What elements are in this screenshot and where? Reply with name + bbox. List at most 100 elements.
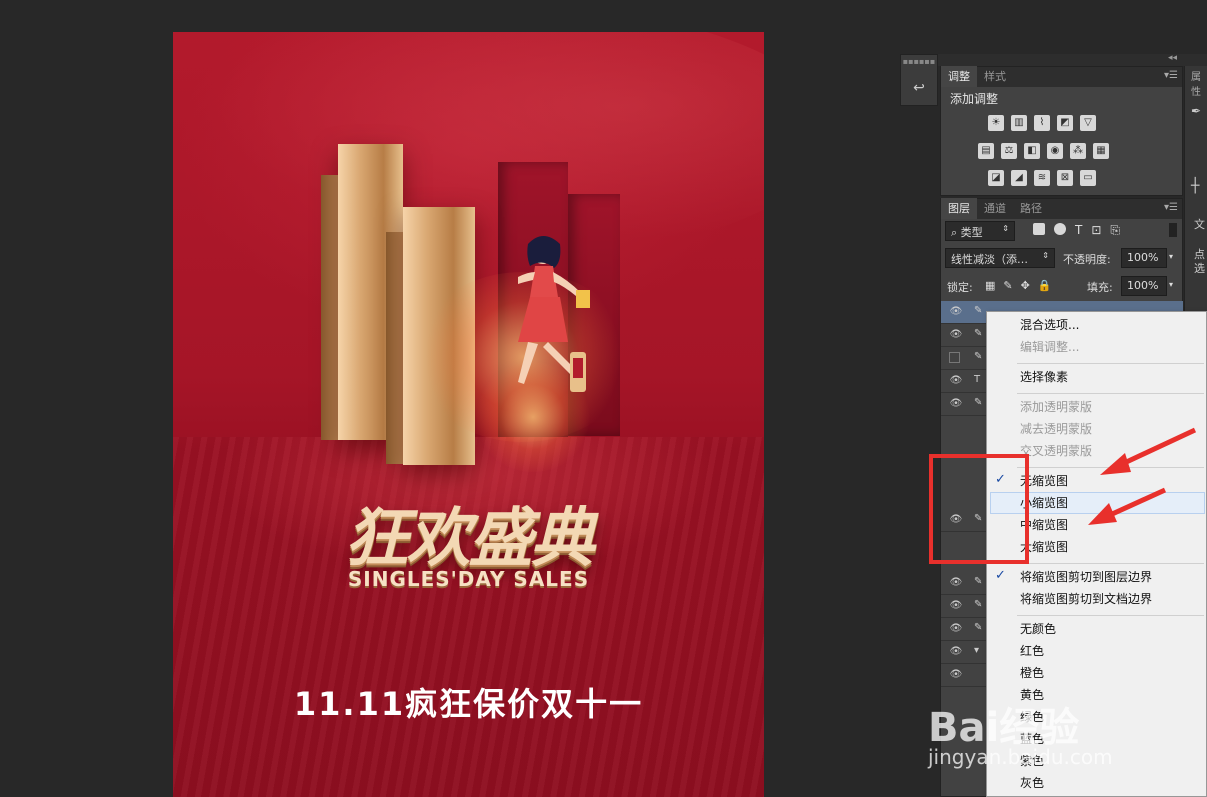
- history-panel-icon[interactable]: ↩: [909, 80, 929, 100]
- lock-transparent-icon[interactable]: ▦: [985, 279, 995, 292]
- visibility-eye-icon[interactable]: 👁: [949, 329, 963, 341]
- vibrance-icon[interactable]: ▽: [1080, 115, 1096, 131]
- brightness-icon[interactable]: ☀: [988, 115, 1004, 131]
- selective-color-icon[interactable]: ⊠: [1057, 170, 1073, 186]
- invert-icon[interactable]: ◪: [988, 170, 1004, 186]
- adjustment-layer-icon: ✎: [974, 305, 983, 316]
- chevron-down-icon: ⇕: [1042, 251, 1049, 260]
- visibility-eye-icon[interactable]: 👁: [949, 600, 963, 612]
- lock-position-icon[interactable]: ✥: [1021, 279, 1030, 292]
- panel-dock-header: ▸▸ ◂◂: [900, 53, 1207, 66]
- fill-input[interactable]: 100%: [1121, 276, 1167, 296]
- gold-pillar-side: [321, 175, 339, 440]
- expand-icon[interactable]: ◂◂: [1168, 53, 1177, 63]
- brush-icon: ✎: [974, 576, 983, 587]
- annotation-highlight-box: [929, 454, 1029, 564]
- grip-icon[interactable]: ▪▪▪▪▪▪: [901, 57, 937, 66]
- document-canvas[interactable]: 狂欢盛典 SINGLES'DAY SALES 11.11疯狂保价双十一: [173, 32, 764, 797]
- tab-layers[interactable]: 图层: [941, 198, 977, 219]
- visibility-eye-icon[interactable]: 👁: [949, 669, 963, 681]
- menu-item-clip-to-layer-bounds[interactable]: 将缩览图剪切到图层边界: [1020, 568, 1152, 586]
- hue-saturation-icon[interactable]: ▤: [978, 143, 994, 159]
- panel-menu-icon[interactable]: ▾☰: [1164, 70, 1178, 81]
- lock-image-icon[interactable]: ✎: [1003, 279, 1012, 292]
- menu-item-intersect-transparency-mask: 交叉透明蒙版: [1020, 444, 1093, 458]
- eyedropper-icon[interactable]: ✒: [1191, 104, 1201, 118]
- menu-separator: [1017, 363, 1204, 364]
- adjustment-filter-icon[interactable]: [1054, 223, 1066, 235]
- group-expand-icon[interactable]: ▾: [974, 645, 986, 659]
- checkmark-icon: ✓: [995, 568, 1006, 583]
- brush-icon: ✎: [974, 351, 983, 362]
- posterize-icon[interactable]: ◢: [1011, 170, 1027, 186]
- menu-item-red[interactable]: 红色: [1020, 642, 1044, 660]
- adjustment-icons-row-1: ☀ ▥ ⌇ ◩ ▽: [988, 115, 1096, 131]
- visibility-eye-icon[interactable]: 👁: [949, 306, 963, 318]
- menu-item-select-pixels[interactable]: 选择像素: [1020, 368, 1068, 386]
- menu-separator: [1017, 563, 1204, 564]
- shape-filter-icon[interactable]: ⊡: [1091, 223, 1101, 238]
- menu-item-orange[interactable]: 橙色: [1020, 664, 1044, 682]
- visibility-off-box[interactable]: [949, 352, 960, 363]
- lock-all-icon[interactable]: 🔒: [1038, 279, 1052, 292]
- smart-object-filter-icon[interactable]: ⎘: [1110, 223, 1120, 238]
- curves-icon[interactable]: ⌇: [1034, 115, 1050, 131]
- poster-title: 狂欢盛典: [344, 502, 595, 576]
- tab-adjustments[interactable]: 调整: [941, 66, 977, 87]
- opacity-input[interactable]: 100%: [1121, 248, 1167, 268]
- pixel-filter-icon[interactable]: [1033, 223, 1045, 235]
- adjustments-panel: 调整 样式 ▾☰ 添加调整 ☀ ▥ ⌇ ◩ ▽ ▤ ⚖ ◧ ◉ ⁂ ▦ ◪ ◢ …: [940, 66, 1183, 196]
- menu-item-no-color[interactable]: 无颜色: [1020, 620, 1056, 638]
- lock-icons: ▦ ✎ ✥ 🔒: [985, 279, 1052, 292]
- layers-tabs: 图层 通道 路径 ▾☰: [941, 198, 1182, 219]
- tab-styles[interactable]: 样式: [977, 66, 1013, 87]
- chevron-down-icon[interactable]: ▾: [1169, 252, 1173, 261]
- menu-item-gray[interactable]: 灰色: [1020, 774, 1044, 792]
- adjustments-heading: 添加调整: [950, 92, 999, 106]
- brush-icon: ✎: [974, 328, 983, 339]
- lock-label: 锁定:: [947, 281, 973, 294]
- blend-mode-value: 线性减淡（添…: [951, 253, 1028, 266]
- brush-icon: ✎: [974, 622, 983, 633]
- annotation-arrow-icon: [1088, 487, 1167, 525]
- annotation-arrow-icon: [1100, 427, 1197, 475]
- threshold-icon[interactable]: ≋: [1034, 170, 1050, 186]
- filter-toggle[interactable]: [1169, 223, 1177, 237]
- color-lookup-icon[interactable]: ▦: [1093, 143, 1109, 159]
- tab-properties[interactable]: 属性: [1191, 68, 1207, 98]
- photo-filter-icon[interactable]: ◉: [1047, 143, 1063, 159]
- visibility-eye-icon[interactable]: 👁: [949, 646, 963, 658]
- visibility-eye-icon[interactable]: 👁: [949, 577, 963, 589]
- exposure-icon[interactable]: ◩: [1057, 115, 1073, 131]
- menu-item-clip-to-document-bounds[interactable]: 将缩览图剪切到文档边界: [1020, 590, 1152, 608]
- gold-pillar-side: [386, 232, 404, 464]
- levels-icon[interactable]: ▥: [1011, 115, 1027, 131]
- strip-label: 选: [1194, 262, 1205, 275]
- adjustment-icons-row-3: ◪ ◢ ≋ ⊠ ▭: [988, 170, 1096, 186]
- layer-filter-select[interactable]: ⌕ 类型 ⇕: [945, 221, 1015, 241]
- visibility-eye-icon[interactable]: 👁: [949, 375, 963, 387]
- add-icon[interactable]: ┼: [1191, 178, 1199, 194]
- tab-channels[interactable]: 通道: [977, 198, 1013, 219]
- channel-mixer-icon[interactable]: ⁂: [1070, 143, 1086, 159]
- filter-type-label: 类型: [960, 226, 983, 239]
- visibility-eye-icon[interactable]: 👁: [949, 623, 963, 635]
- tab-paths[interactable]: 路径: [1013, 198, 1049, 219]
- type-filter-icon[interactable]: T: [1075, 223, 1082, 238]
- black-white-icon[interactable]: ◧: [1024, 143, 1040, 159]
- brush-icon: ✎: [974, 599, 983, 610]
- blend-mode-select[interactable]: 线性减淡（添… ⇕: [945, 248, 1055, 268]
- menu-item-blending-options[interactable]: 混合选项...: [1020, 316, 1079, 334]
- menu-separator: [1017, 393, 1204, 394]
- menu-item-subtract-transparency-mask: 减去透明蒙版: [1020, 422, 1093, 436]
- chevron-down-icon[interactable]: ▾: [1169, 280, 1173, 289]
- color-balance-icon[interactable]: ⚖: [1001, 143, 1017, 159]
- menu-item-add-transparency-mask: 添加透明蒙版: [1020, 400, 1093, 414]
- gradient-map-icon[interactable]: ▭: [1080, 170, 1096, 186]
- text-layer-icon: T: [974, 374, 981, 385]
- panel-menu-icon[interactable]: ▾☰: [1164, 202, 1178, 213]
- opacity-label: 不透明度:: [1063, 253, 1111, 266]
- visibility-eye-icon[interactable]: 👁: [949, 398, 963, 410]
- opacity-value: 100%: [1127, 251, 1159, 264]
- search-icon: ⌕: [951, 226, 958, 239]
